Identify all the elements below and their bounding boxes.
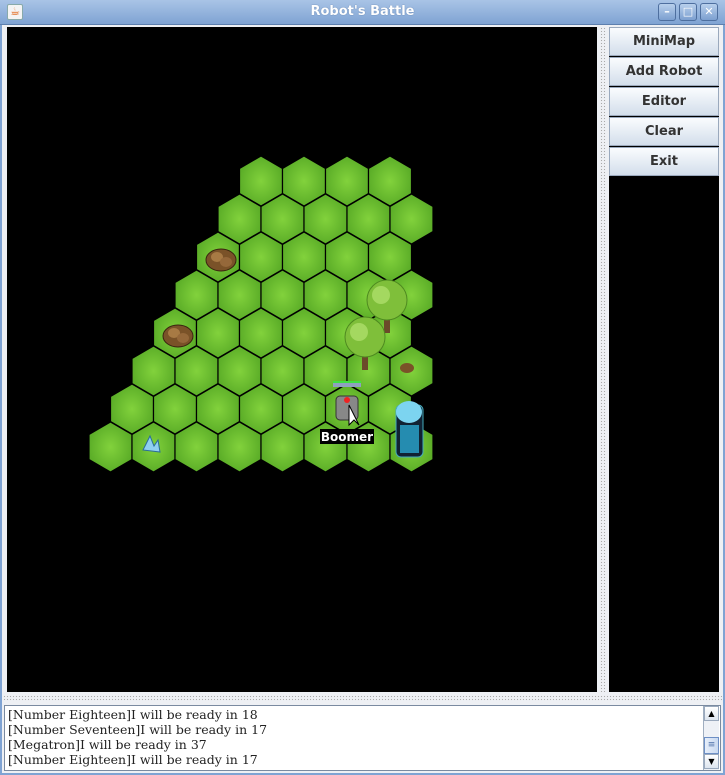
log-scrollbar[interactable]: ▲ ≡ ▼: [703, 706, 719, 770]
battle-map[interactable]: Boomer: [7, 27, 597, 692]
stump-icon: [400, 363, 414, 373]
scroll-down-arrow-icon[interactable]: ▼: [704, 754, 719, 769]
tree-icon: [372, 286, 390, 304]
hex-board[interactable]: Boomer: [7, 27, 597, 692]
rock-icon: [220, 257, 232, 267]
minimap-button[interactable]: MiniMap: [609, 27, 719, 56]
health-bar-fill: [333, 381, 361, 383]
scroll-up-arrow-icon[interactable]: ▲: [704, 706, 719, 721]
capsule-dome: [396, 401, 422, 423]
horizontal-splitter[interactable]: [3, 695, 722, 701]
message-log[interactable]: [Number Eighteen]I will be ready in 18 […: [4, 705, 721, 771]
title-bar: ☕ Robot's Battle – □ ✕: [0, 0, 725, 25]
log-line: [Number Eighteen]I will be ready in 17: [8, 752, 258, 767]
window-title: Robot's Battle: [310, 4, 415, 19]
clear-button[interactable]: Clear: [609, 117, 719, 146]
maximize-button[interactable]: □: [679, 3, 697, 21]
log-line: [Number Eighteen]I will be ready in 18: [8, 707, 258, 722]
tree-icon: [350, 323, 368, 341]
close-button[interactable]: ✕: [700, 3, 718, 21]
vertical-splitter[interactable]: [600, 27, 606, 692]
log-line: [Megatron]I will be ready in 37: [8, 737, 207, 752]
robot-name-label: Boomer: [321, 430, 373, 444]
add-robot-button[interactable]: Add Robot: [609, 57, 719, 86]
minimize-button[interactable]: –: [658, 3, 676, 21]
robot-eye: [344, 397, 350, 403]
scroll-thumb[interactable]: ≡: [704, 737, 719, 754]
side-panel: MiniMap Add Robot Editor Clear Exit: [609, 27, 719, 692]
exit-button[interactable]: Exit: [609, 147, 719, 176]
rock-icon: [177, 333, 189, 343]
editor-button[interactable]: Editor: [609, 87, 719, 116]
log-line: [Number Seventeen]I will be ready in 17: [8, 722, 268, 737]
capsule-glass: [400, 425, 419, 453]
